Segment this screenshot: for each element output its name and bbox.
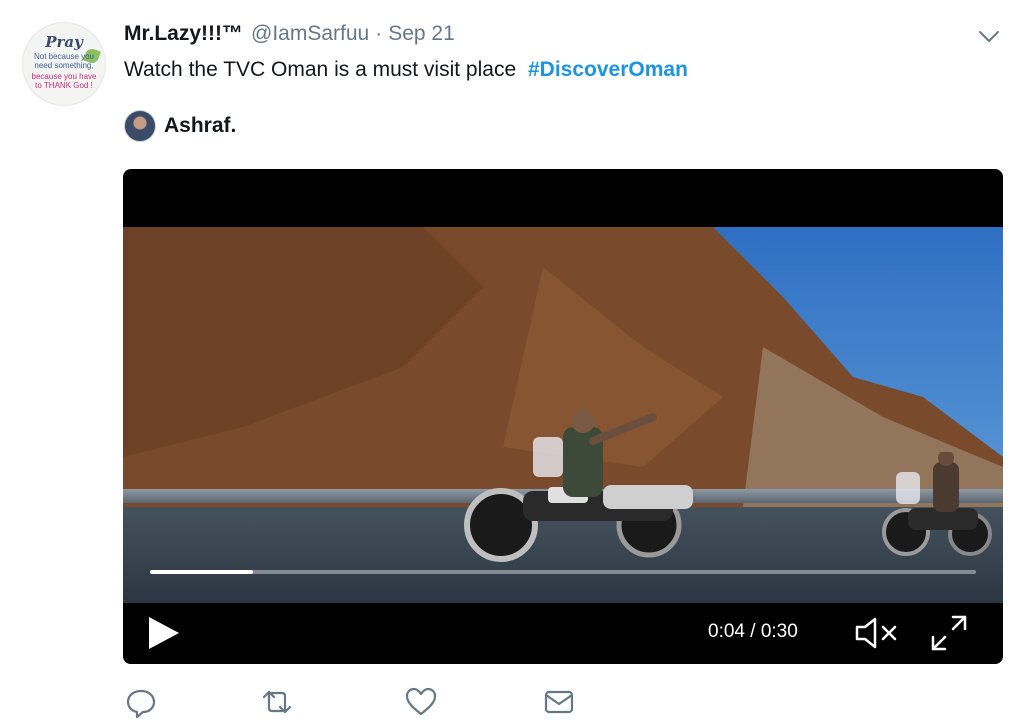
- video-attribution[interactable]: Ashraf.: [124, 110, 236, 142]
- avatar-line-3: because you have: [31, 72, 97, 81]
- tweet-date[interactable]: Sep 21: [388, 22, 455, 46]
- chevron-down-icon[interactable]: [976, 26, 1002, 46]
- tweet-body: Watch the TVC Oman is a must visit place: [124, 58, 517, 81]
- author-name[interactable]: Mr.Lazy!!!™: [124, 22, 243, 46]
- video-controls: 0:04 / 0:30: [123, 603, 1003, 664]
- envelope-icon[interactable]: [542, 686, 576, 718]
- avatar-line-4: to THANK God !: [35, 81, 93, 90]
- tweet-header: Mr.Lazy!!!™ @IamSarfuu · Sep 21: [124, 22, 455, 50]
- video-frame[interactable]: [123, 227, 1003, 603]
- video-progress-fill: [150, 570, 254, 574]
- motorcycle-rider-front: [464, 409, 693, 562]
- separator-dot: ·: [375, 22, 383, 45]
- author-handle[interactable]: @IamSarfuu: [251, 22, 369, 46]
- retweet-icon[interactable]: [260, 686, 294, 718]
- tweet-text: Watch the TVC Oman is a must visit place…: [124, 58, 688, 82]
- avatar-line-2: need something,: [34, 61, 94, 70]
- video-time: 0:04 / 0:30: [708, 621, 798, 642]
- video-player[interactable]: 0:04 / 0:30: [123, 169, 1003, 664]
- motorcycle-rider-back: [882, 452, 992, 556]
- avatar-title: Pray: [45, 33, 83, 51]
- avatar-line-1: Not because you: [33, 52, 95, 61]
- hashtag-link[interactable]: #DiscoverOman: [528, 58, 688, 81]
- speaker-muted-icon[interactable]: [853, 615, 899, 651]
- author-avatar[interactable]: Pray Not because you need something, bec…: [22, 22, 106, 106]
- attribution-name[interactable]: Ashraf.: [164, 114, 236, 138]
- heart-icon[interactable]: [404, 686, 438, 718]
- play-icon[interactable]: [143, 613, 183, 653]
- expand-icon[interactable]: [929, 613, 969, 653]
- reply-icon[interactable]: [124, 686, 158, 718]
- video-progress-bar[interactable]: [150, 570, 976, 574]
- attribution-avatar[interactable]: [124, 110, 156, 142]
- tweet-actions: [124, 686, 584, 718]
